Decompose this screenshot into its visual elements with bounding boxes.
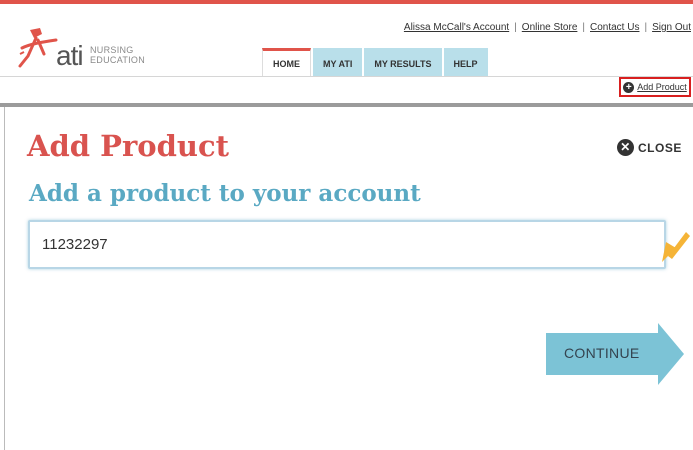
add-product-label: Add Product xyxy=(637,82,687,92)
logo-subtitle: NURSING EDUCATION xyxy=(90,45,146,65)
close-label: CLOSE xyxy=(638,140,682,155)
pointer-arrow-icon xyxy=(662,232,690,262)
tab-my-ati[interactable]: MY ATI xyxy=(313,48,363,76)
account-link[interactable]: Alissa McCall's Account xyxy=(404,22,509,33)
sign-out-link[interactable]: Sign Out xyxy=(652,22,691,33)
contact-us-link[interactable]: Contact Us xyxy=(590,22,639,33)
modal-title: Add Product xyxy=(27,129,229,163)
online-store-link[interactable]: Online Store xyxy=(522,22,578,33)
logo-text: ati xyxy=(56,40,84,71)
close-button[interactable]: ✕ CLOSE xyxy=(617,139,682,156)
continue-button[interactable]: CONTINUE xyxy=(546,323,684,385)
nav-divider xyxy=(0,76,693,77)
product-code-input[interactable] xyxy=(28,220,666,269)
continue-label: CONTINUE xyxy=(564,345,640,361)
tab-help[interactable]: HELP xyxy=(443,48,488,76)
ati-logo[interactable]: ati NURSING EDUCATION xyxy=(16,26,156,72)
site-header: ati NURSING EDUCATION Alissa McCall's Ac… xyxy=(0,4,693,105)
tab-my-results[interactable]: MY RESULTS xyxy=(364,48,442,76)
modal-subtitle: Add a product to your account xyxy=(29,180,421,207)
add-product-link[interactable]: + Add Product xyxy=(619,77,691,97)
main-nav-tabs: HOME MY ATI MY RESULTS HELP xyxy=(262,48,490,76)
add-product-modal: Add Product ✕ CLOSE Add a product to you… xyxy=(4,107,693,450)
tab-home[interactable]: HOME xyxy=(262,48,311,76)
close-icon: ✕ xyxy=(617,139,634,156)
plus-circle-icon: + xyxy=(623,81,635,93)
utility-links: Alissa McCall's Account | Online Store | Con… xyxy=(403,22,691,33)
